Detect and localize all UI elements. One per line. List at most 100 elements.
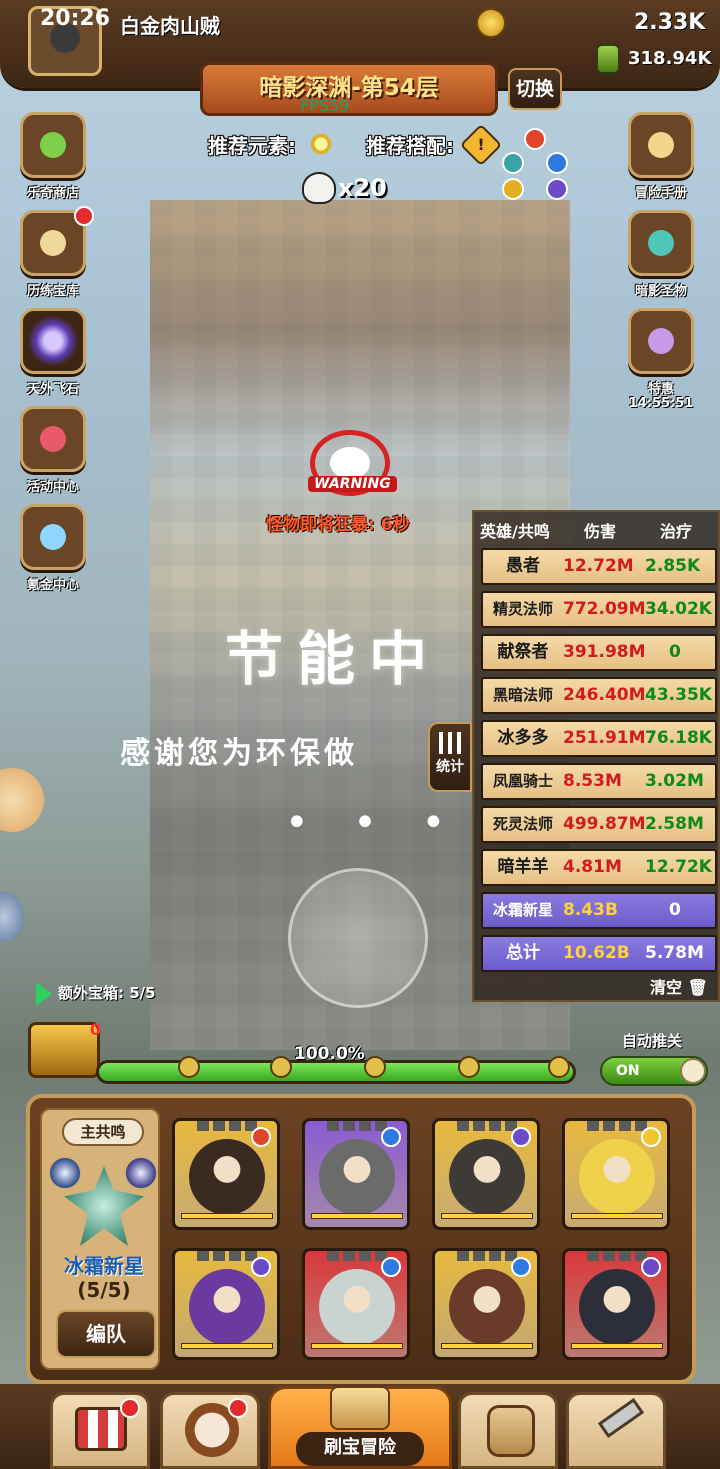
light-element-small-icon [502,178,524,200]
gift-icon[interactable] [20,406,86,472]
notification-dot [120,1398,140,1418]
menu-label-vault: 历练宝库 [26,284,79,299]
stats-row: 愚者 12.72M 2.85K [481,548,717,585]
dark-element-icon [546,178,568,200]
clear-stats-button[interactable]: 清空 🗑 [650,974,708,998]
hero-card[interactable] [302,1248,410,1360]
hero-portrait [579,1269,655,1345]
fps-counter: FPS59 [300,96,350,115]
key-icon [458,1056,480,1078]
potion-amount: 318.94K [628,48,712,69]
element-icon [251,1257,271,1277]
row-damage: 8.43B [563,900,618,920]
menu-label-shop: 乐奇商店 [26,186,79,201]
clover-icon[interactable] [20,112,86,178]
stats-toggle-button[interactable]: 统计 [428,722,472,792]
row-heal: 76.18K [645,728,712,748]
diamond-icon[interactable] [20,504,86,570]
element-icon [511,1257,531,1277]
resonance-name: 冰霜新星 [64,1254,144,1278]
eco-mode-thanks: 感谢您为环保做 [120,736,358,771]
row-name: 黑暗法师 [492,686,553,704]
bar-chart-icon [439,732,461,754]
light-element-icon[interactable] [308,131,334,157]
hero-hp-bar [441,1213,533,1219]
eco-mode-title: 节能中 [225,625,442,693]
gold-amount: 2.33K [634,10,706,35]
row-name: 死灵法师 [492,815,553,833]
main-resonance-label: 主共鸣 [62,1118,144,1146]
hero-hp-bar [181,1343,273,1349]
row-heal: 43.35K [645,685,712,705]
shop-icon [75,1407,127,1451]
recommend-element-label: 推荐元素: [208,134,296,158]
stats-button-label: 统计 [436,759,464,775]
potion-jar-icon [596,44,620,74]
forge-nav-button[interactable] [566,1392,666,1469]
chest-count: 0 [90,1020,102,1039]
formation-button[interactable]: 编队 [56,1310,156,1358]
virtual-joystick[interactable] [288,868,428,1008]
wind-element-icon [502,152,524,174]
notification-dot [74,206,94,226]
hero-card[interactable] [562,1118,670,1230]
hero-portrait [189,1269,265,1345]
hero-card[interactable] [432,1248,540,1360]
stats-row: 死灵法师 499.87M 2.58M [481,806,717,843]
hero-card[interactable] [562,1248,670,1360]
star-rank [197,1251,261,1261]
hero-card[interactable] [172,1248,280,1360]
hero-hp-bar [181,1213,273,1219]
player-name: 白金肉山贼 [120,14,220,38]
hammer-icon [597,1398,645,1438]
hero-portrait [319,1139,395,1215]
notification-dot [228,1398,248,1418]
stats-row-resonance: 冰霜新星 8.43B 0 [481,892,717,929]
enemy-count: x20 [338,174,387,202]
row-name: 精灵法师 [492,600,553,618]
chest-icon[interactable] [628,210,694,276]
treasure-box-icon[interactable] [628,308,694,374]
row-name: 总计 [506,943,540,963]
hero-hp-bar [311,1213,403,1219]
map-scroll-icon[interactable] [628,112,694,178]
hero-hp-bar [441,1343,533,1349]
menu-label-handbook: 冒险手册 [634,186,687,201]
special-timer: 14:55:51 [628,396,694,411]
portal-icon[interactable] [20,308,86,374]
recommend-combo-label: 推荐搭配: [366,134,454,158]
stats-row: 精灵法师 772.09M 34.02K [481,591,717,628]
element-icon [381,1257,401,1277]
menu-label-relics: 暗影圣物 [634,284,687,299]
hero-hp-bar [571,1213,663,1219]
key-icon [548,1056,570,1078]
row-name: 献祭者 [497,642,549,662]
hero-card[interactable] [172,1118,280,1230]
menu-label-recharge: 氪金中心 [26,578,79,593]
hero-hp-bar [311,1343,403,1349]
hero-card[interactable] [302,1118,410,1230]
row-damage: 8.53M [563,771,622,791]
row-name: 暗羊羊 [497,857,549,877]
frost-orb-icon[interactable] [48,1156,82,1190]
switch-stage-button[interactable]: 切换 [508,68,562,110]
header-heal: 治疗 [660,522,693,541]
menu-label-special: 特惠 [647,382,674,397]
progress-label: 100.0% [294,1044,365,1064]
hero-card[interactable] [432,1118,540,1230]
key-icon [270,1056,292,1078]
fire-element-icon [524,128,546,150]
hero-portrait [189,1139,265,1215]
extra-chest-label: 额外宝箱: 5/5 [58,984,156,1002]
toggle-knob [680,1058,706,1084]
adventure-nav-label: 刷宝冒险 [296,1432,424,1466]
star-rank [457,1121,521,1131]
resonance-count: (5/5) [77,1278,131,1302]
key-icon [364,1056,386,1078]
damage-stats-panel: 英雄/共鸣 伤害 治疗 愚者 12.72M 2.85K 精灵法师 772.09M 34.… [472,510,720,1002]
bag-nav-button[interactable] [458,1392,558,1469]
shard-orb-icon[interactable] [124,1156,158,1190]
row-damage: 499.87M [563,814,646,834]
star-rank [327,1121,391,1131]
row-damage: 10.62B [563,943,630,963]
